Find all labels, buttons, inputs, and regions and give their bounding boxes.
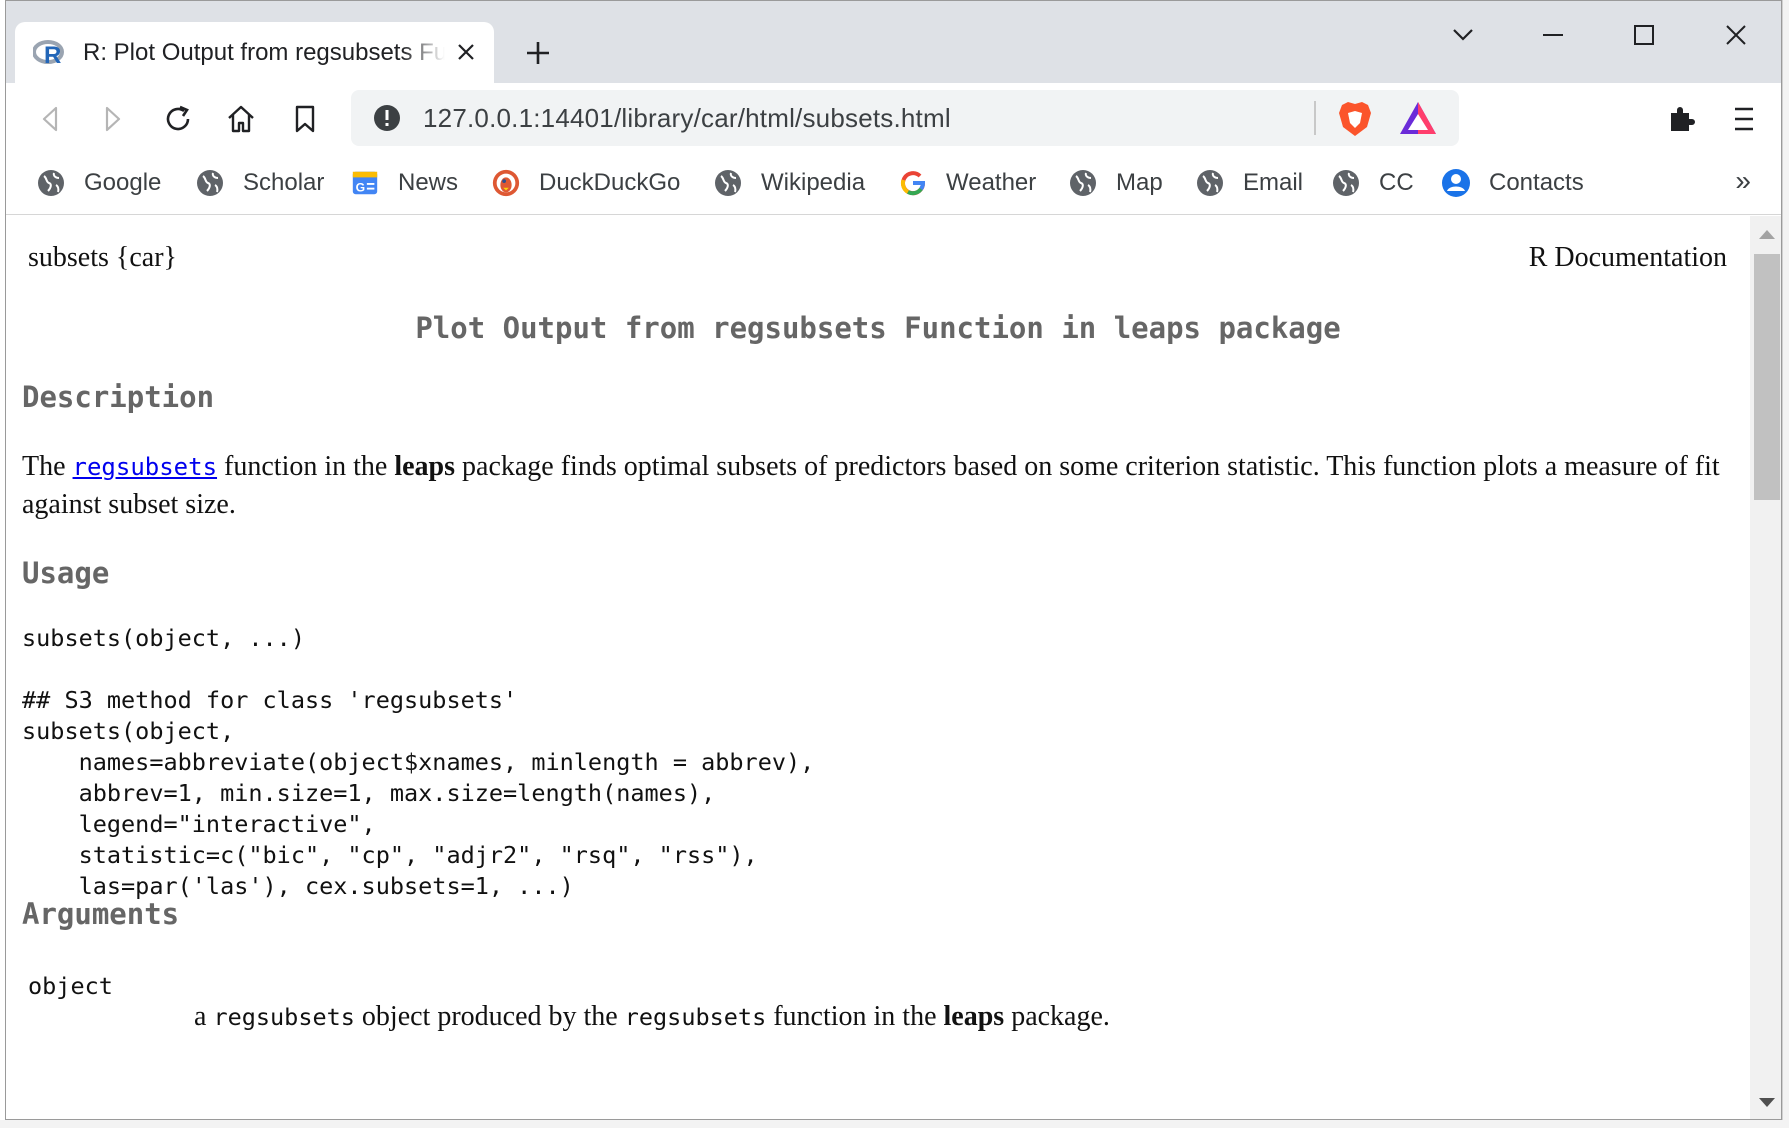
globe-icon xyxy=(713,168,743,198)
doc-header-left: subsets {car} xyxy=(28,242,177,273)
bookmark-label: Map xyxy=(1116,169,1163,196)
browser-window: R R: Plot Output from regsubsets Functio… xyxy=(5,0,1782,1120)
address-bar[interactable]: 127.0.0.1:14401/library/car/html/subsets… xyxy=(351,90,1459,146)
globe-icon xyxy=(1068,168,1098,198)
google-news-icon: G xyxy=(350,168,380,198)
bookmark-label: Wikipedia xyxy=(761,169,866,196)
globe-icon xyxy=(36,168,66,198)
bookmark-cc[interactable]: CC xyxy=(1331,163,1414,203)
bookmark-label: Weather xyxy=(946,169,1037,196)
scrollbar-thumb[interactable] xyxy=(1754,254,1780,500)
background-window-edge xyxy=(1782,0,1789,1128)
svg-text:G: G xyxy=(356,180,365,194)
close-window-icon[interactable] xyxy=(1706,11,1766,59)
bookmark-contacts[interactable]: Contacts xyxy=(1441,163,1584,203)
vertical-scrollbar[interactable] xyxy=(1750,216,1781,1119)
bookmarks-bar: Google Scholar G News DuckDuckGo Wikiped… xyxy=(6,153,1781,215)
duckduckgo-icon xyxy=(491,168,521,198)
globe-icon xyxy=(195,168,225,198)
doc-header-right: R Documentation xyxy=(1528,242,1727,273)
tab-search-chevron-icon[interactable] xyxy=(1433,11,1493,59)
argument-name-object: object xyxy=(28,972,113,1000)
page-content: subsets {car} R Documentation Plot Outpu… xyxy=(6,216,1750,1119)
toolbar: 127.0.0.1:14401/library/car/html/subsets… xyxy=(6,83,1781,153)
arg-text-part: object produced by the xyxy=(354,1001,625,1032)
maximize-icon[interactable] xyxy=(1614,11,1674,59)
bookmark-label: Email xyxy=(1243,169,1304,196)
bookmark-news[interactable]: G News xyxy=(350,163,458,203)
description-text-part: function in the xyxy=(217,451,395,482)
bookmark-label: Scholar xyxy=(243,169,325,196)
usage-code-method: ## S3 method for class 'regsubsets' subs… xyxy=(22,686,815,900)
url-text: 127.0.0.1:14401/library/car/html/subsets… xyxy=(423,103,951,133)
arg-code-part: regsubsets xyxy=(624,1003,767,1031)
r-logo-icon: R xyxy=(33,39,69,67)
reload-icon[interactable] xyxy=(156,97,200,141)
argument-description-object: a regsubsets object produced by the regs… xyxy=(194,1001,1110,1033)
bookmark-label: Google xyxy=(84,169,162,196)
scroll-up-arrow-icon[interactable] xyxy=(1759,230,1775,239)
new-tab-icon[interactable] xyxy=(516,31,560,75)
bookmark-label: Contacts xyxy=(1489,169,1584,196)
arguments-heading: Arguments xyxy=(22,897,180,931)
brave-rewards-icon[interactable] xyxy=(1398,100,1438,136)
forward-icon[interactable] xyxy=(91,97,135,141)
tab-title: R: Plot Output from regsubsets Function … xyxy=(83,38,445,66)
close-tab-icon[interactable] xyxy=(452,38,480,66)
usage-code-generic: subsets(object, ...) xyxy=(22,624,305,652)
bookmark-duckduckgo[interactable]: DuckDuckGo xyxy=(491,163,680,203)
arg-text-part: package. xyxy=(1004,1001,1110,1032)
tab-strip: R R: Plot Output from regsubsets Functio… xyxy=(6,1,1781,83)
background-window-edge-bottom xyxy=(0,1120,1789,1128)
leaps-bold: leaps xyxy=(394,451,456,482)
brave-shields-icon[interactable] xyxy=(1336,99,1374,139)
home-icon[interactable] xyxy=(219,97,263,141)
arg-code-part: regsubsets xyxy=(213,1003,355,1031)
usage-heading: Usage xyxy=(22,556,110,590)
minimize-icon[interactable] xyxy=(1523,11,1583,59)
bookmark-google[interactable]: Google xyxy=(36,163,161,203)
arg-text-part: function in the xyxy=(766,1001,944,1032)
bookmark-wikipedia[interactable]: Wikipedia xyxy=(713,163,865,203)
globe-icon xyxy=(1331,168,1361,198)
svg-text:R: R xyxy=(44,42,61,67)
menu-icon[interactable] xyxy=(1722,97,1766,141)
more-bookmarks-button[interactable]: » xyxy=(1735,165,1751,197)
bookmark-label: News xyxy=(398,169,459,196)
arg-text-part: a xyxy=(194,1001,214,1032)
omnibox-divider xyxy=(1314,101,1316,135)
bookmark-email[interactable]: Email xyxy=(1195,163,1303,203)
bookmark-scholar[interactable]: Scholar xyxy=(195,163,324,203)
bookmark-icon[interactable] xyxy=(283,97,327,141)
globe-icon xyxy=(1195,168,1225,198)
description-text-part: The xyxy=(22,451,73,482)
tab-active[interactable]: R R: Plot Output from regsubsets Functio… xyxy=(15,22,494,83)
bookmark-weather[interactable]: Weather xyxy=(898,163,1036,203)
extensions-icon[interactable] xyxy=(1659,97,1703,141)
description-text: The regsubsets function in the leaps pac… xyxy=(22,448,1722,523)
site-info-icon[interactable] xyxy=(373,104,401,132)
regsubsets-link[interactable]: regsubsets xyxy=(73,453,218,481)
description-heading: Description xyxy=(22,380,215,414)
bookmark-label: DuckDuckGo xyxy=(539,169,681,196)
bookmark-label: CC xyxy=(1379,169,1414,196)
google-g-icon xyxy=(898,168,928,198)
back-icon[interactable] xyxy=(28,97,72,141)
leaps-bold: leaps xyxy=(943,1001,1005,1032)
contacts-icon xyxy=(1441,168,1471,198)
scroll-down-arrow-icon[interactable] xyxy=(1759,1098,1775,1107)
bookmark-map[interactable]: Map xyxy=(1068,163,1163,203)
page-title: Plot Output from regsubsets Function in … xyxy=(415,311,1341,345)
